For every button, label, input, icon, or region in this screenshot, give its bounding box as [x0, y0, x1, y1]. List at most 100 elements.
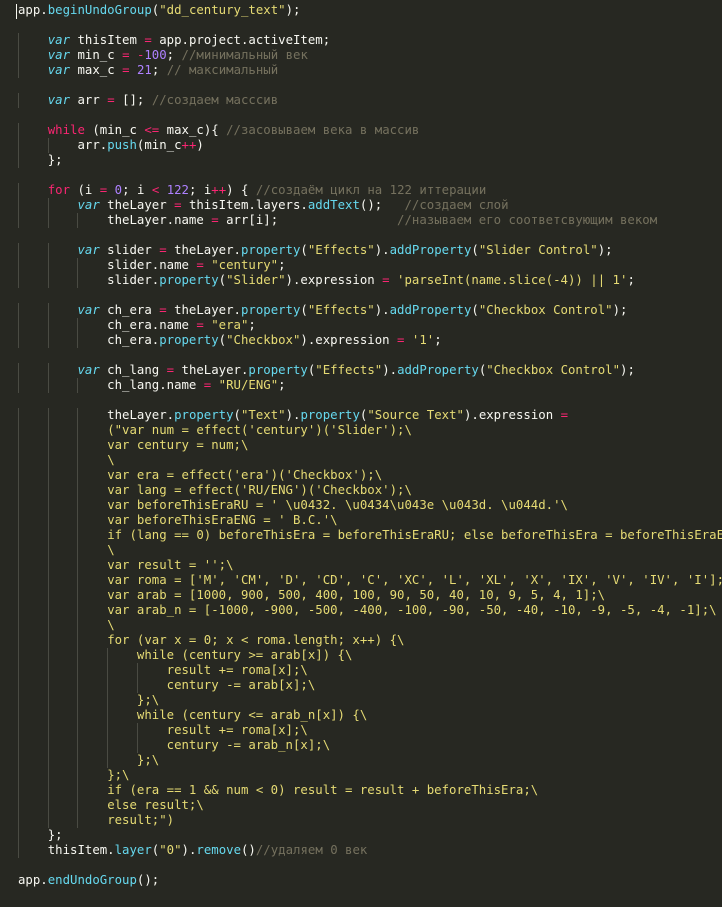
code-token: =	[107, 93, 115, 107]
code-line[interactable]: };\	[18, 753, 722, 768]
code-line[interactable]: thisItem.layer("0").remove()//удаляем 0 …	[18, 843, 722, 858]
code-line[interactable]: var arab = [1000, 900, 500, 400, 100, 90…	[18, 588, 722, 603]
code-line[interactable]: slider.property("Slider").expression = '…	[18, 273, 722, 288]
code-line[interactable]: var lang = effect('RU/ENG')('Checkbox');…	[18, 483, 722, 498]
code-line[interactable]	[18, 393, 722, 408]
code-line[interactable]: var century = num;\	[18, 438, 722, 453]
code-line[interactable]: slider.name = "century";	[18, 258, 722, 273]
code-line[interactable]	[18, 108, 722, 123]
code-line[interactable]: var beforeThisEraRU = ' \u0432. \u0434\u…	[18, 498, 722, 513]
code-line[interactable]: var arab_n = [-1000, -900, -500, -400, -…	[18, 603, 722, 618]
code-line[interactable]	[18, 858, 722, 873]
indent-guide	[47, 543, 49, 558]
code-token: century -= arab_n[x];\	[166, 738, 331, 752]
indent-guide	[18, 333, 19, 348]
code-line[interactable]: while (century <= arab_n[x]) {\	[18, 708, 722, 723]
code-line[interactable]: };	[18, 153, 722, 168]
code-token: [];	[114, 93, 152, 107]
code-line[interactable]: };	[18, 828, 722, 843]
code-line[interactable]: century -= arab[x];\	[18, 678, 722, 693]
indent-guide	[77, 408, 79, 423]
code-line[interactable]: var max_c = 21; // максимальный	[18, 63, 722, 78]
code-line[interactable]: app.beginUndoGroup("dd_century_text");	[18, 3, 722, 18]
code-token: };\	[136, 753, 160, 767]
code-line[interactable]: theLayer.property("Text").property("Sour…	[18, 408, 722, 423]
code-line[interactable]: result += roma[x];\	[18, 723, 722, 738]
code-token: result += roma[x];\	[166, 663, 308, 677]
code-token: "Slider Control"	[478, 243, 598, 257]
code-line[interactable]: result;")	[18, 813, 722, 828]
indent-guide	[77, 318, 79, 333]
indent-guide	[47, 618, 49, 633]
code-line[interactable]: var ch_era = theLayer.property("Effects"…	[18, 303, 722, 318]
code-line[interactable]: var roma = ['M', 'CM', 'D', 'CD', 'C', '…	[18, 573, 722, 588]
code-line[interactable]: var min_c = -100; //минимальный век	[18, 48, 722, 63]
code-line[interactable]: ch_era.property("Checkbox").expression =…	[18, 333, 722, 348]
code-token: if (lang == 0) beforeThisEra = beforeThi…	[107, 528, 722, 542]
code-line[interactable]: var thisItem = app.project.activeItem;	[18, 33, 722, 48]
code-line[interactable]: while (min_c <= max_c){ //засовываем век…	[18, 123, 722, 138]
code-token: theLayer.	[166, 243, 241, 257]
code-line[interactable]	[18, 18, 722, 33]
code-line[interactable]: var theLayer = thisItem.layers.addText()…	[18, 198, 722, 213]
code-line[interactable]	[18, 78, 722, 93]
code-token: var	[77, 363, 100, 377]
code-line[interactable]: ch_lang.name = "RU/ENG";	[18, 378, 722, 393]
code-token: };	[18, 828, 63, 842]
indent-guide	[18, 813, 19, 828]
indent-guide	[107, 753, 109, 768]
code-line[interactable]	[18, 228, 722, 243]
code-line[interactable]: \	[18, 543, 722, 558]
indent-guide	[47, 438, 49, 453]
code-line[interactable]: while (century >= arab[x]) {\	[18, 648, 722, 663]
code-line[interactable]: ("var num = effect('century')('Slider');…	[18, 423, 722, 438]
code-line[interactable]: result += roma[x];\	[18, 663, 722, 678]
indent-guide	[47, 468, 49, 483]
code-line[interactable]: for (var x = 0; x < roma.length; x++) {\	[18, 633, 722, 648]
code-line[interactable]: app.endUndoGroup();	[18, 873, 722, 888]
code-token: while (century >= arab[x]) {\	[136, 648, 353, 662]
code-token: property	[159, 333, 219, 347]
code-line[interactable]	[18, 348, 722, 363]
code-line[interactable]: ch_era.name = "era";	[18, 318, 722, 333]
indent-guide	[47, 453, 49, 468]
indent-guide	[18, 618, 19, 633]
code-line[interactable]: \	[18, 618, 722, 633]
code-line[interactable]: var beforeThisEraENG = ' B.C.'\	[18, 513, 722, 528]
code-line[interactable]: if (lang == 0) beforeThisEra = beforeThi…	[18, 528, 722, 543]
code-line[interactable]	[18, 168, 722, 183]
code-line[interactable]: if (era == 1 && num < 0) result = result…	[18, 783, 722, 798]
code-line[interactable]: for (i = 0; i < 122; i++) { //создаём ци…	[18, 183, 722, 198]
code-token: //удаляем 0 век	[255, 843, 368, 857]
indent-guide	[18, 198, 19, 213]
code-line[interactable]: var result = '';\	[18, 558, 722, 573]
indent-guide	[18, 318, 19, 333]
code-token: =	[166, 363, 175, 377]
indent-guide	[77, 528, 79, 543]
code-line[interactable]: var ch_lang = theLayer.property("Effects…	[18, 363, 722, 378]
code-line[interactable]: var arr = []; //создаем масссив	[18, 93, 722, 108]
code-token: var	[77, 303, 100, 317]
code-line[interactable]	[18, 288, 722, 303]
code-line[interactable]: century -= arab_n[x];\	[18, 738, 722, 753]
indent-guide	[18, 33, 19, 48]
code-area[interactable]: app.beginUndoGroup("dd_century_text"); v…	[18, 3, 722, 907]
code-line[interactable]: theLayer.name = arr[i]; //называем его с…	[18, 213, 722, 228]
code-line[interactable]: arr.push(min_c++)	[18, 138, 722, 153]
code-line[interactable]: };\	[18, 768, 722, 783]
code-line[interactable]: };\	[18, 693, 722, 708]
code-line[interactable]: else result;\	[18, 798, 722, 813]
indent-guide	[77, 708, 79, 723]
code-token: "RU/ENG"	[218, 378, 279, 392]
code-line[interactable]: var era = effect('era')('Checkbox');\	[18, 468, 722, 483]
code-editor[interactable]: app.beginUndoGroup("dd_century_text"); v…	[0, 0, 722, 907]
indent-guide	[107, 663, 109, 678]
code-token: var arab_n = [-1000, -900, -500, -400, -…	[107, 603, 717, 617]
code-token: thisItem.layers.	[181, 198, 308, 212]
code-line[interactable]: \	[18, 453, 722, 468]
code-line[interactable]: var slider = theLayer.property("Effects"…	[18, 243, 722, 258]
